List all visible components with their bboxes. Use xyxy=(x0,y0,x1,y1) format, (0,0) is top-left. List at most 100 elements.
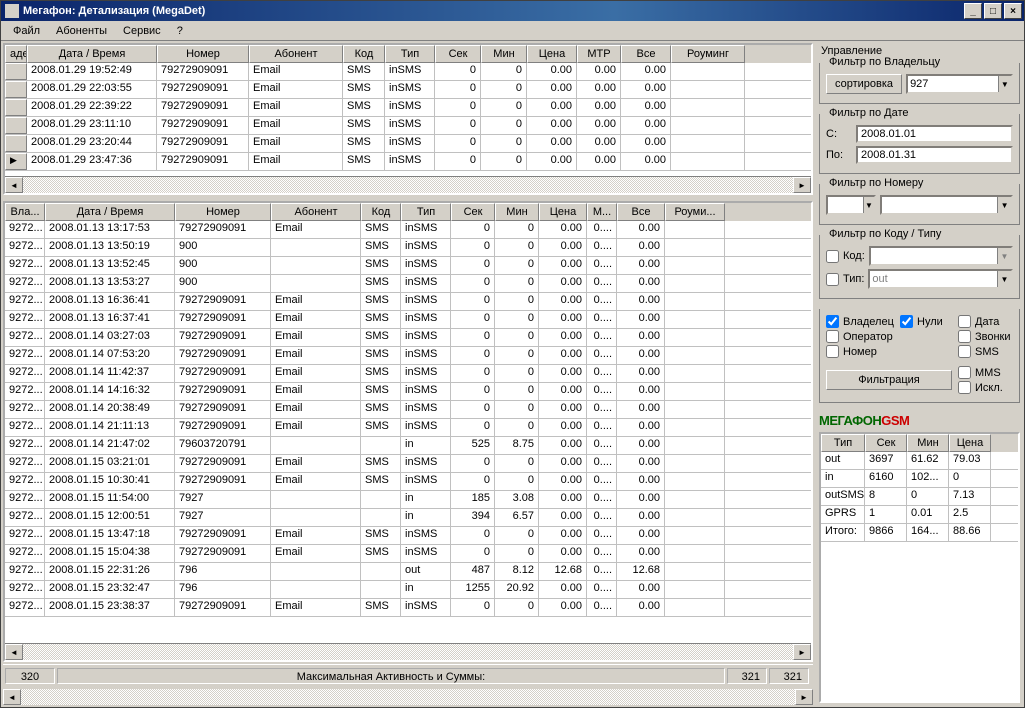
summary-row[interactable]: in6160102...0 xyxy=(821,470,1018,488)
bottom-grid-hscroll[interactable]: ◄► xyxy=(5,643,811,660)
menu-service[interactable]: Сервис xyxy=(115,23,169,39)
checks-group: Владелец Оператор Номер Нули Дата Звонки… xyxy=(819,309,1020,403)
summary-header[interactable]: Мин xyxy=(907,434,949,452)
nulls-check[interactable] xyxy=(900,315,913,328)
g2-header[interactable]: М... xyxy=(587,203,617,221)
g1-header[interactable]: МТР xyxy=(577,45,621,63)
date-check[interactable] xyxy=(958,315,971,328)
table-row[interactable]: 9272...2008.01.13 13:52:45900SMSinSMS000… xyxy=(5,257,811,275)
summary-row[interactable]: GPRS10.012.5 xyxy=(821,506,1018,524)
g2-header[interactable]: Роуми... xyxy=(665,203,725,221)
g1-header[interactable]: Номер xyxy=(157,45,249,63)
g2-header[interactable]: Код xyxy=(361,203,401,221)
type-combo[interactable]: ▼ xyxy=(868,269,1013,289)
table-row[interactable]: 9272...2008.01.14 20:38:4979272909091Ema… xyxy=(5,401,811,419)
close-button[interactable]: × xyxy=(1004,3,1022,19)
g2-header[interactable]: Все xyxy=(617,203,665,221)
excl-check[interactable] xyxy=(958,381,971,394)
g1-header[interactable]: Роуминг xyxy=(671,45,745,63)
status-right2: 321 xyxy=(769,668,809,684)
titlebar[interactable]: Мегафон: Детализация (MegaDet) _ □ × xyxy=(1,1,1024,21)
owner-check[interactable] xyxy=(826,315,839,328)
table-row[interactable]: 2008.01.29 22:03:5579272909091EmailSMSin… xyxy=(5,81,811,99)
filter-button[interactable]: Фильтрация xyxy=(826,370,952,390)
g1-header[interactable]: Дата / Время xyxy=(27,45,157,63)
code-combo[interactable]: ▼ xyxy=(869,246,1013,266)
table-row[interactable]: 9272...2008.01.14 14:16:3279272909091Ema… xyxy=(5,383,811,401)
table-row[interactable]: 9272...2008.01.15 23:38:3779272909091Ema… xyxy=(5,599,811,617)
g2-header[interactable]: Цена xyxy=(539,203,587,221)
g2-header[interactable]: Мин xyxy=(495,203,539,221)
minimize-button[interactable]: _ xyxy=(964,3,982,19)
table-row[interactable]: 2008.01.29 19:52:4979272909091EmailSMSin… xyxy=(5,63,811,81)
g1-header[interactable]: Тип xyxy=(385,45,435,63)
table-row[interactable]: 9272...2008.01.15 23:32:47796in125520.92… xyxy=(5,581,811,599)
table-row[interactable]: 2008.01.29 23:11:1079272909091EmailSMSin… xyxy=(5,117,811,135)
operator-check[interactable] xyxy=(826,330,839,343)
top-grid-hscroll[interactable]: ◄► xyxy=(5,176,811,193)
table-row[interactable]: 2008.01.29 22:39:2279272909091EmailSMSin… xyxy=(5,99,811,117)
table-row[interactable]: 9272...2008.01.15 10:30:4179272909091Ema… xyxy=(5,473,811,491)
menu-help[interactable]: ? xyxy=(169,23,191,39)
summary-row[interactable]: outSMS807.13 xyxy=(821,488,1018,506)
type-check[interactable] xyxy=(826,273,839,286)
bottom-grid[interactable]: Вла...Дата / ВремяНомерАбонентКодТипСекМ… xyxy=(3,201,813,662)
table-row[interactable]: 2008.01.29 23:20:4479272909091EmailSMSin… xyxy=(5,135,811,153)
table-row[interactable]: 9272...2008.01.15 12:00:517927in3946.570… xyxy=(5,509,811,527)
table-row[interactable]: 2008.01.29 23:47:3679272909091EmailSMSin… xyxy=(5,153,811,171)
code-check[interactable] xyxy=(826,250,839,263)
g1-header[interactable]: Сек xyxy=(435,45,481,63)
g1-header[interactable]: Все xyxy=(621,45,671,63)
table-row[interactable]: 9272...2008.01.15 03:21:0179272909091Ema… xyxy=(5,455,811,473)
table-row[interactable]: 9272...2008.01.15 11:54:007927in1853.080… xyxy=(5,491,811,509)
summary-row[interactable]: out369761.6279.03 xyxy=(821,452,1018,470)
g2-header[interactable]: Номер xyxy=(175,203,271,221)
table-row[interactable]: 9272...2008.01.15 15:04:3879272909091Ema… xyxy=(5,545,811,563)
summary-grid[interactable]: ТипСекМинЦена out369761.6279.03in6160102… xyxy=(819,432,1020,703)
summary-header[interactable]: Сек xyxy=(865,434,907,452)
sms-check[interactable] xyxy=(958,345,971,358)
g2-header[interactable]: Вла... xyxy=(5,203,45,221)
summary-row[interactable]: Итого:9866164...88.66 xyxy=(821,524,1018,542)
table-row[interactable]: 9272...2008.01.13 16:37:4179272909091Ema… xyxy=(5,311,811,329)
g1-header[interactable]: Мин xyxy=(481,45,527,63)
g2-header[interactable]: Сек xyxy=(451,203,495,221)
sort-button[interactable]: сортировка xyxy=(826,74,902,94)
table-row[interactable]: 9272...2008.01.13 13:50:19900SMSinSMS000… xyxy=(5,239,811,257)
g2-header[interactable]: Тип xyxy=(401,203,451,221)
table-row[interactable]: 9272...2008.01.15 22:31:26796out4878.121… xyxy=(5,563,811,581)
g2-header[interactable]: Дата / Время xyxy=(45,203,175,221)
num-combo-1[interactable]: ▼ xyxy=(826,195,876,215)
table-row[interactable]: 9272...2008.01.13 16:36:4179272909091Ema… xyxy=(5,293,811,311)
table-row[interactable]: 9272...2008.01.14 21:47:0279603720791in5… xyxy=(5,437,811,455)
menu-file[interactable]: Файл xyxy=(5,23,48,39)
summary-header[interactable]: Цена xyxy=(949,434,991,452)
date-to-field[interactable]: 2008.01.31 xyxy=(856,146,1013,164)
date-from-label: С: xyxy=(826,128,852,140)
table-row[interactable]: 9272...2008.01.14 07:53:2079272909091Ema… xyxy=(5,347,811,365)
menu-subscribers[interactable]: Абоненты xyxy=(48,23,115,39)
owner-combo-input[interactable] xyxy=(908,78,997,90)
g1-header[interactable]: Цена xyxy=(527,45,577,63)
top-grid[interactable]: аде…Дата / ВремяНомерАбонентКодТипСекМин… xyxy=(3,43,813,195)
calls-check[interactable] xyxy=(958,330,971,343)
table-row[interactable]: 9272...2008.01.13 13:17:5379272909091Ema… xyxy=(5,221,811,239)
table-row[interactable]: 9272...2008.01.14 03:27:0379272909091Ema… xyxy=(5,329,811,347)
maximize-button[interactable]: □ xyxy=(984,3,1002,19)
outer-hscroll[interactable]: ◄► xyxy=(3,689,813,705)
chevron-down-icon[interactable]: ▼ xyxy=(998,76,1011,92)
num-combo-2[interactable]: ▼ xyxy=(880,195,1013,215)
mms-check[interactable] xyxy=(958,366,971,379)
table-row[interactable]: 9272...2008.01.14 11:42:3779272909091Ema… xyxy=(5,365,811,383)
table-row[interactable]: 9272...2008.01.15 13:47:1879272909091Ema… xyxy=(5,527,811,545)
g1-header[interactable]: Код xyxy=(343,45,385,63)
number-check[interactable] xyxy=(826,345,839,358)
g1-header[interactable]: аде… xyxy=(5,45,27,63)
date-from-field[interactable]: 2008.01.01 xyxy=(856,125,1013,143)
table-row[interactable]: 9272...2008.01.13 13:53:27900SMSinSMS000… xyxy=(5,275,811,293)
owner-combo[interactable]: ▼ xyxy=(906,74,1013,94)
g2-header[interactable]: Абонент xyxy=(271,203,361,221)
g1-header[interactable]: Абонент xyxy=(249,45,343,63)
summary-header[interactable]: Тип xyxy=(821,434,865,452)
table-row[interactable]: 9272...2008.01.14 21:11:1379272909091Ema… xyxy=(5,419,811,437)
